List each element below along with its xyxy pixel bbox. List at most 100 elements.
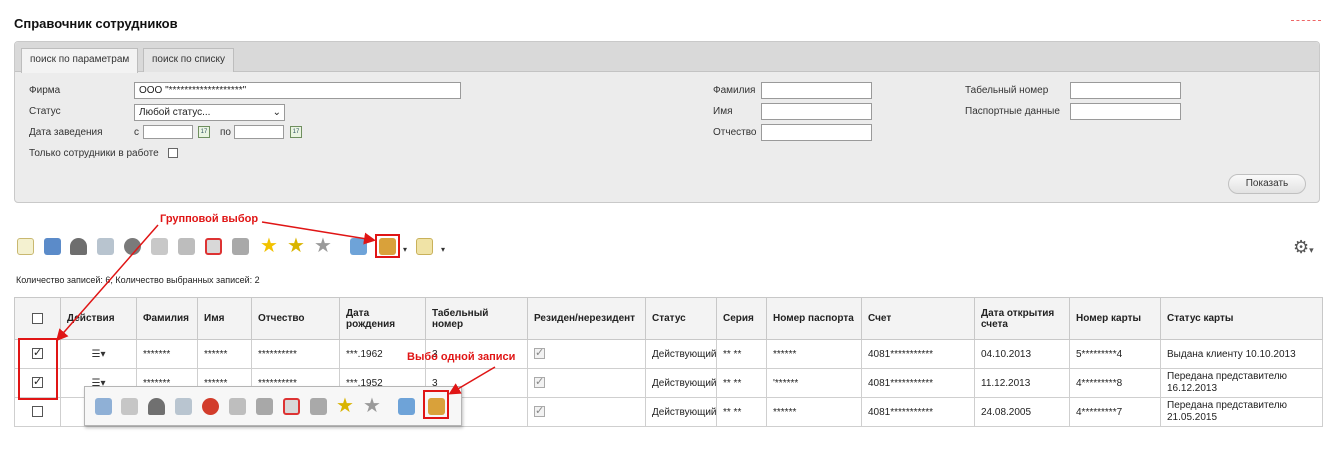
passport-field[interactable] — [1070, 103, 1181, 120]
annotation-checkbox-highlight — [18, 338, 58, 400]
column-header[interactable]: Отчество — [251, 297, 340, 340]
firm-field[interactable]: ООО "*******************" — [134, 82, 461, 99]
column-header[interactable]: Номер паспорта — [766, 297, 862, 340]
column-header[interactable]: Статус — [645, 297, 717, 340]
new-document-icon[interactable] — [17, 238, 34, 255]
date-from-field[interactable] — [143, 125, 193, 139]
column-header[interactable]: Табельный номер — [425, 297, 528, 340]
status-select-value: Любой статус... — [139, 107, 211, 118]
account-cell: 4081*********** — [861, 339, 975, 369]
card-status-cell: Передана представителю 21.05.2015 — [1160, 397, 1323, 427]
calendar-icon[interactable]: 17 — [198, 126, 210, 138]
star-add-icon[interactable]: ★ — [287, 233, 305, 258]
surname-cell: ******* — [136, 339, 198, 369]
chevron-down-icon[interactable]: ▾ — [403, 245, 407, 254]
card-cell: 4*********7 — [1069, 397, 1161, 427]
column-header[interactable]: Фамилия — [136, 297, 198, 340]
page-title: Справочник сотрудников — [14, 16, 178, 31]
column-header[interactable]: Счет — [861, 297, 975, 340]
account-cell: 4081*********** — [861, 368, 975, 398]
column-header[interactable]: Статус карты — [1160, 297, 1323, 340]
name-field[interactable] — [761, 103, 872, 120]
download-icon[interactable] — [44, 238, 61, 255]
award-icon[interactable] — [70, 238, 87, 255]
account-cell: 4081*********** — [861, 397, 975, 427]
actions-menu-icon[interactable]: ☰▾ — [92, 349, 106, 360]
status-label: Статус — [29, 106, 61, 117]
status-cell: Действующий — [645, 368, 717, 398]
tab-search-by-list[interactable]: поиск по списку — [143, 48, 234, 72]
card-icon[interactable] — [151, 238, 168, 255]
card-stack-icon[interactable] — [310, 398, 327, 415]
gear-icon[interactable]: ⚙▾ — [1293, 237, 1314, 258]
annotation-single-select: Выбо одной записи — [407, 351, 516, 363]
card-status-cell: Передана представителю 16.12.2013 — [1160, 368, 1323, 398]
status-select[interactable]: Любой статус... ⌄ — [134, 104, 285, 121]
resident-checkbox — [534, 346, 545, 360]
printer-check-icon[interactable] — [175, 398, 192, 415]
card-stack-icon[interactable] — [232, 238, 249, 255]
approve-icon[interactable] — [202, 398, 219, 415]
card-status-cell: Выдана клиенту 10.10.2013 — [1160, 339, 1323, 369]
star-gray-icon[interactable]: ★ — [314, 233, 332, 258]
series-cell: ** ** — [716, 368, 767, 398]
printer-icon[interactable] — [97, 238, 114, 255]
annotation-group-select: Групповой выбор — [160, 213, 259, 225]
card-cell: 4*********8 — [1069, 368, 1161, 398]
row-checkbox[interactable] — [32, 406, 43, 418]
card-delete-icon[interactable] — [205, 238, 222, 255]
row-select-cell[interactable] — [14, 397, 61, 427]
calendar-card-icon[interactable] — [350, 238, 367, 255]
calendar-icon[interactable]: 17 — [290, 126, 302, 138]
passport-label: Паспортные данные — [965, 106, 1060, 117]
calendar-card-icon[interactable] — [398, 398, 415, 415]
tab-search-by-parameters[interactable]: поиск по параметрам — [21, 48, 139, 73]
column-header[interactable]: Имя — [197, 297, 252, 340]
award-icon[interactable] — [148, 398, 165, 415]
actions-cell[interactable]: ☰▾ — [60, 339, 137, 369]
column-header[interactable]: Резиден/нерезидент — [527, 297, 646, 340]
resident-cell — [527, 397, 646, 427]
view-icon[interactable] — [95, 398, 112, 415]
card-scan-icon[interactable] — [256, 398, 273, 415]
annotation-single-icon-highlight — [423, 390, 449, 419]
star-icon[interactable]: ★ — [260, 233, 278, 258]
card-alt-icon[interactable] — [178, 238, 195, 255]
patronymic-field[interactable] — [761, 124, 872, 141]
card-icon[interactable] — [121, 398, 138, 415]
date-to-field[interactable] — [234, 125, 284, 139]
surname-field[interactable] — [761, 82, 872, 99]
column-header[interactable]: Дата открытия счета — [974, 297, 1070, 340]
star-gray-icon[interactable]: ★ — [363, 393, 381, 418]
status-cell: Действующий — [645, 397, 717, 427]
status-cell: Действующий — [645, 339, 717, 369]
resident-cell — [527, 339, 646, 369]
patronymic-cell: ********** — [251, 339, 340, 369]
column-header[interactable]: Серия — [716, 297, 767, 340]
date-created-label: Дата заведения — [29, 127, 103, 138]
document-menu-icon[interactable] — [416, 238, 433, 255]
card-delete-icon[interactable] — [283, 398, 300, 415]
tab-bar: поиск по параметрам поиск по списку — [15, 42, 1319, 73]
table-header-row: Действия Фамилия Имя Отчество Дата рожде… — [14, 297, 1323, 340]
people-icon[interactable] — [124, 238, 141, 255]
star-add-icon[interactable]: ★ — [336, 393, 354, 418]
column-header[interactable]: Действия — [60, 297, 137, 340]
card-cell: 5*********4 — [1069, 339, 1161, 369]
select-all-checkbox[interactable] — [32, 312, 43, 324]
resident-cell — [527, 368, 646, 398]
tab-number-label: Табельный номер — [965, 85, 1049, 96]
column-header[interactable]: Дата рождения — [339, 297, 426, 340]
passport-cell: '****** — [766, 368, 862, 398]
column-header[interactable]: Номер карты — [1069, 297, 1161, 340]
show-button[interactable]: Показать — [1228, 174, 1306, 194]
table-row[interactable]: ☰▾ ******* ****** ********** ***.1962 3 … — [14, 339, 1323, 369]
select-all-header[interactable] — [14, 297, 61, 340]
card-alt-icon[interactable] — [229, 398, 246, 415]
resident-checkbox — [534, 404, 545, 418]
only-working-checkbox[interactable] — [168, 148, 178, 158]
chevron-down-icon[interactable]: ▾ — [441, 245, 445, 254]
row-actions-menu: ★ ★ — [84, 386, 462, 426]
tab-number-field[interactable] — [1070, 82, 1181, 99]
firm-label: Фирма — [29, 85, 61, 96]
